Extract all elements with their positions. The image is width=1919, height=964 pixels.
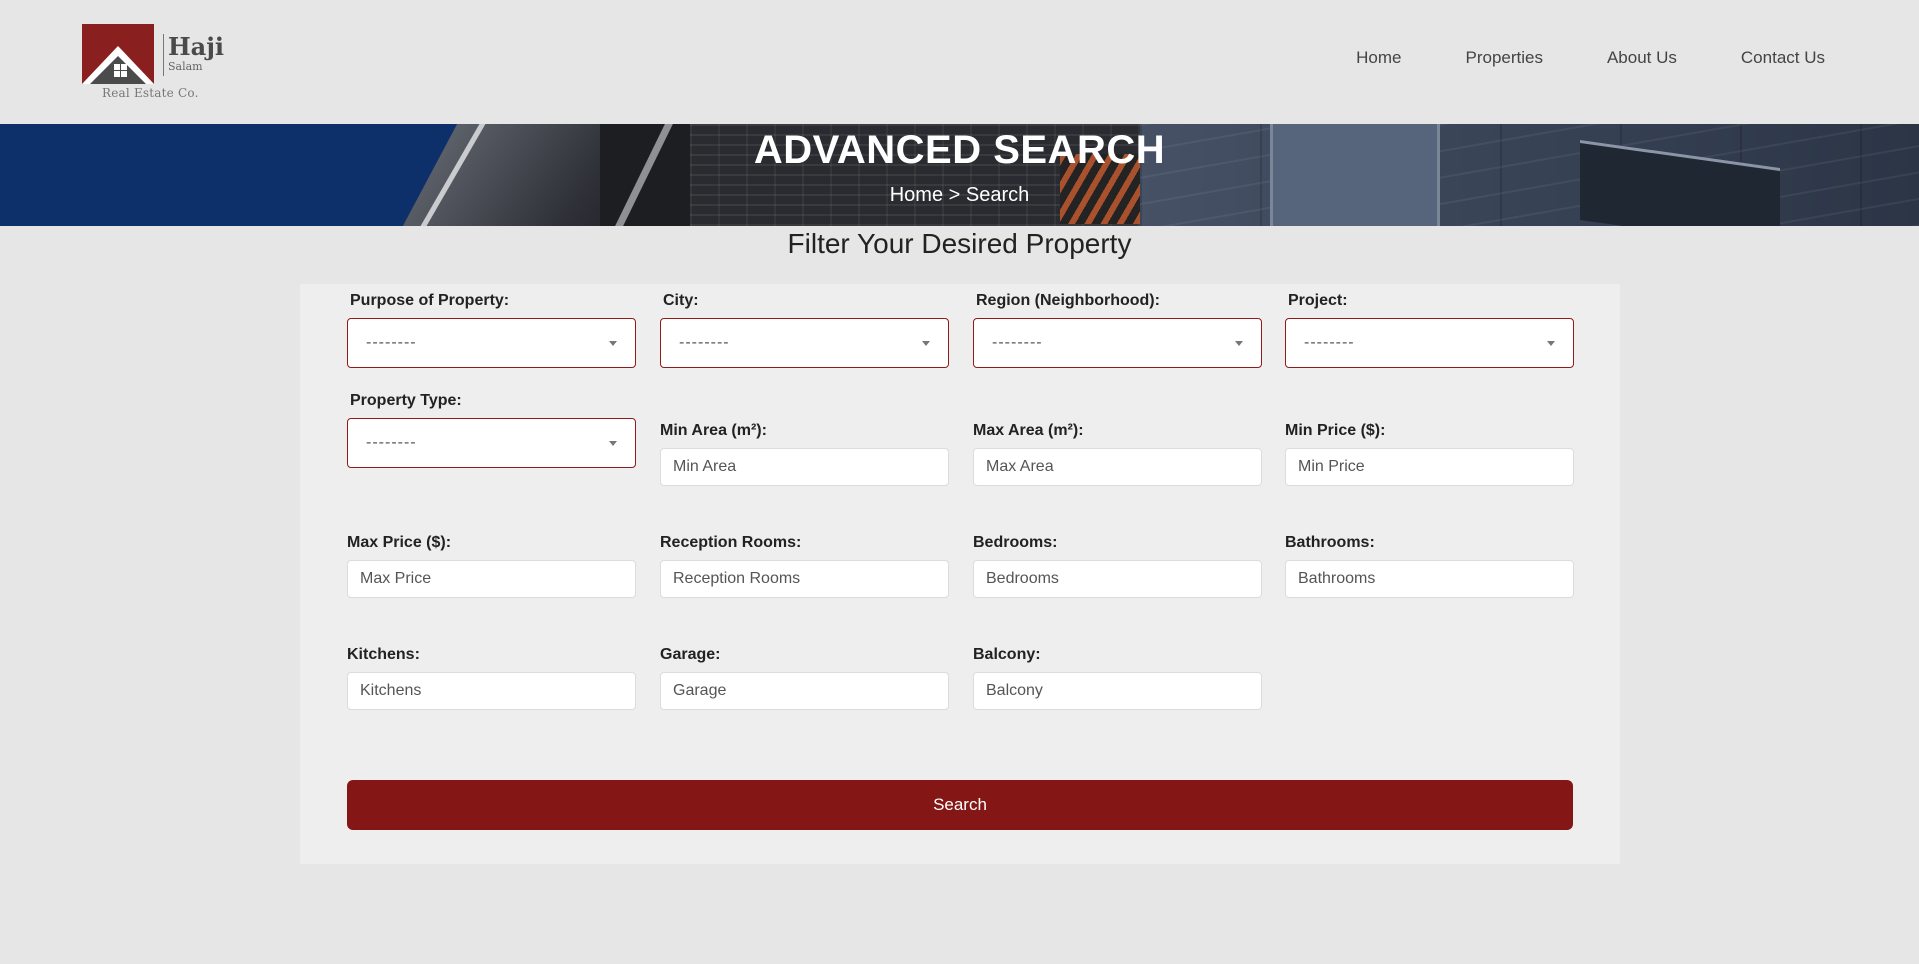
balcony-input[interactable] xyxy=(973,672,1262,710)
city-select-value: -------- xyxy=(679,334,730,351)
city-field: City: -------- xyxy=(660,292,949,368)
reception-rooms-input[interactable] xyxy=(660,560,949,598)
region-label: Region (Neighborhood): xyxy=(976,292,1160,309)
brand-sub: Salam xyxy=(168,60,203,73)
min-area-input[interactable] xyxy=(660,448,949,486)
region-select[interactable]: -------- xyxy=(973,318,1262,368)
garage-label: Garage: xyxy=(660,646,721,663)
brand-logo[interactable]: Haji Salam Real Estate Co. xyxy=(80,22,224,106)
max-price-field: Max Price ($): xyxy=(347,534,636,598)
nav-home[interactable]: Home xyxy=(1356,48,1401,68)
logo-divider xyxy=(163,34,164,76)
reception-rooms-label: Reception Rooms: xyxy=(660,534,802,551)
city-select[interactable]: -------- xyxy=(660,318,949,368)
main-nav: Home Properties About Us Contact Us xyxy=(1356,48,1825,68)
nav-properties[interactable]: Properties xyxy=(1465,48,1542,68)
min-area-field: Min Area (m²): xyxy=(660,422,949,486)
logo-house-icon xyxy=(82,24,154,84)
site-header: Haji Salam Real Estate Co. Home Properti… xyxy=(0,0,1919,124)
kitchens-field: Kitchens: xyxy=(347,646,636,710)
balcony-field: Balcony: xyxy=(973,646,1262,710)
property-type-select-value: -------- xyxy=(366,434,417,451)
min-price-field: Min Price ($): xyxy=(1285,422,1574,486)
property-type-field: Property Type: -------- xyxy=(347,392,636,468)
project-field: Project: -------- xyxy=(1285,292,1574,368)
kitchens-label: Kitchens: xyxy=(347,646,420,663)
purpose-select-value: -------- xyxy=(366,334,417,351)
min-price-label: Min Price ($): xyxy=(1285,422,1386,439)
max-area-label: Max Area (m²): xyxy=(973,422,1084,439)
nav-about-us[interactable]: About Us xyxy=(1607,48,1677,68)
project-select[interactable]: -------- xyxy=(1285,318,1574,368)
bathrooms-input[interactable] xyxy=(1285,560,1574,598)
chevron-down-icon xyxy=(609,441,617,446)
min-area-label: Min Area (m²): xyxy=(660,422,767,439)
filter-heading: Filter Your Desired Property xyxy=(787,228,1132,259)
bedrooms-label: Bedrooms: xyxy=(973,534,1058,551)
region-field: Region (Neighborhood): -------- xyxy=(973,292,1262,368)
max-area-input[interactable] xyxy=(973,448,1262,486)
property-type-select[interactable]: -------- xyxy=(347,418,636,468)
bathrooms-label: Bathrooms: xyxy=(1285,534,1375,551)
project-select-value: -------- xyxy=(1304,334,1355,351)
project-label: Project: xyxy=(1288,292,1348,309)
region-select-value: -------- xyxy=(992,334,1043,351)
search-form: Purpose of Property: -------- City: ----… xyxy=(300,284,1620,864)
nav-contact-us[interactable]: Contact Us xyxy=(1741,48,1825,68)
kitchens-input[interactable] xyxy=(347,672,636,710)
bathrooms-field: Bathrooms: xyxy=(1285,534,1574,598)
brand-name: Haji xyxy=(168,32,225,61)
brand-tagline: Real Estate Co. xyxy=(102,86,199,100)
chevron-down-icon xyxy=(609,341,617,346)
chevron-down-icon xyxy=(922,341,930,346)
purpose-select[interactable]: -------- xyxy=(347,318,636,368)
reception-rooms-field: Reception Rooms: xyxy=(660,534,949,598)
max-price-label: Max Price ($): xyxy=(347,534,452,551)
balcony-label: Balcony: xyxy=(973,646,1041,663)
purpose-label: Purpose of Property: xyxy=(350,292,510,309)
max-price-input[interactable] xyxy=(347,560,636,598)
bedrooms-input[interactable] xyxy=(973,560,1262,598)
breadcrumb: Home > Search xyxy=(889,184,1030,206)
min-price-input[interactable] xyxy=(1285,448,1574,486)
property-type-label: Property Type: xyxy=(350,392,462,409)
garage-input[interactable] xyxy=(660,672,949,710)
bedrooms-field: Bedrooms: xyxy=(973,534,1262,598)
city-label: City: xyxy=(663,292,699,309)
purpose-field: Purpose of Property: -------- xyxy=(347,292,636,368)
hero-banner: ADVANCED SEARCH Home > Search xyxy=(0,124,1919,226)
max-area-field: Max Area (m²): xyxy=(973,422,1262,486)
page-title: ADVANCED SEARCH xyxy=(753,128,1166,172)
garage-field: Garage: xyxy=(660,646,949,710)
chevron-down-icon xyxy=(1235,341,1243,346)
chevron-down-icon xyxy=(1547,341,1555,346)
search-button[interactable]: Search xyxy=(347,780,1573,830)
house-icon xyxy=(82,24,154,84)
